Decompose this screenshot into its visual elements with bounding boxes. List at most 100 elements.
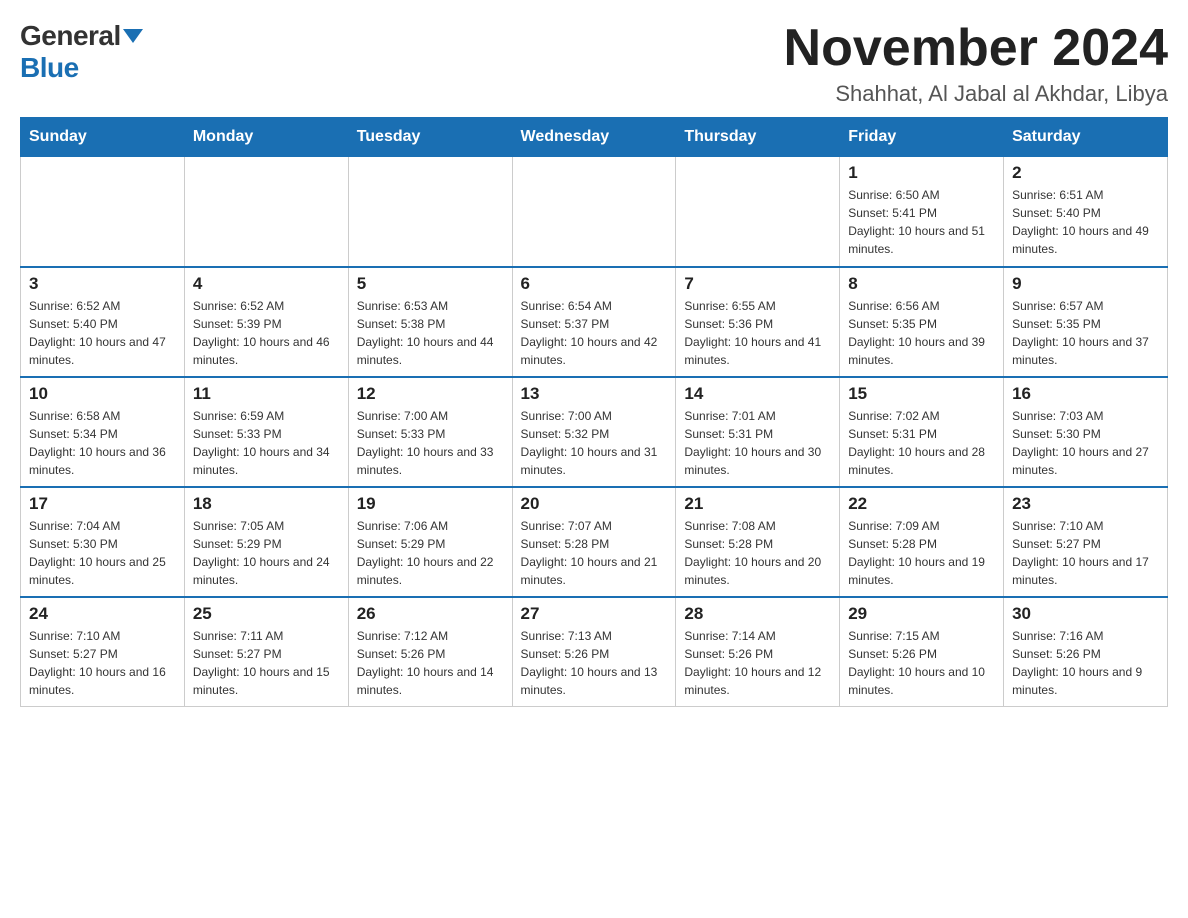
calendar-cell [676,157,840,267]
day-number: 9 [1012,274,1159,294]
calendar-week-1: 1 Sunrise: 6:50 AMSunset: 5:41 PMDaylight… [21,157,1168,267]
day-info: Sunrise: 6:59 AMSunset: 5:33 PMDaylight:… [193,407,340,479]
day-info: Sunrise: 7:10 AMSunset: 5:27 PMDaylight:… [29,627,176,699]
day-number: 2 [1012,163,1159,183]
day-number: 21 [684,494,831,514]
day-info: Sunrise: 6:56 AMSunset: 5:35 PMDaylight:… [848,297,995,369]
calendar-cell: 1 Sunrise: 6:50 AMSunset: 5:41 PMDaylight… [840,157,1004,267]
day-number: 27 [521,604,668,624]
day-info: Sunrise: 7:09 AMSunset: 5:28 PMDaylight:… [848,517,995,589]
calendar-header-row: SundayMondayTuesdayWednesdayThursdayFrid… [21,118,1168,157]
calendar-cell: 11Sunrise: 6:59 AMSunset: 5:33 PMDayligh… [184,377,348,487]
calendar-cell: 10 Sunrise: 6:58 AMSunset: 5:34 PMDayligh… [21,377,185,487]
day-number: 6 [521,274,668,294]
day-number: 23 [1012,494,1159,514]
day-info: Sunrise: 7:08 AMSunset: 5:28 PMDaylight:… [684,517,831,589]
day-info: Sunrise: 6:57 AMSunset: 5:35 PMDaylight:… [1012,297,1159,369]
day-number: 4 [193,274,340,294]
day-number: 16 [1012,384,1159,404]
calendar-cell [184,157,348,267]
calendar-cell: 3 Sunrise: 6:52 AMSunset: 5:40 PMDaylight… [21,267,185,377]
logo-general-text: General [20,20,121,52]
day-number: 20 [521,494,668,514]
calendar-cell [512,157,676,267]
calendar-cell: 9 Sunrise: 6:57 AMSunset: 5:35 PMDaylight… [1004,267,1168,377]
calendar-cell: 12 Sunrise: 7:00 AMSunset: 5:33 PMDayligh… [348,377,512,487]
calendar-cell: 15 Sunrise: 7:02 AMSunset: 5:31 PMDayligh… [840,377,1004,487]
day-number: 30 [1012,604,1159,624]
calendar-week-2: 3 Sunrise: 6:52 AMSunset: 5:40 PMDaylight… [21,267,1168,377]
day-info: Sunrise: 7:00 AMSunset: 5:33 PMDaylight:… [357,407,504,479]
day-number: 8 [848,274,995,294]
day-info: Sunrise: 6:51 AMSunset: 5:40 PMDaylight:… [1012,186,1159,258]
calendar-cell: 19Sunrise: 7:06 AMSunset: 5:29 PMDayligh… [348,487,512,597]
day-info: Sunrise: 7:10 AMSunset: 5:27 PMDaylight:… [1012,517,1159,589]
calendar-cell: 27Sunrise: 7:13 AMSunset: 5:26 PMDayligh… [512,597,676,707]
calendar-cell: 20Sunrise: 7:07 AMSunset: 5:28 PMDayligh… [512,487,676,597]
calendar-cell: 21 Sunrise: 7:08 AMSunset: 5:28 PMDayligh… [676,487,840,597]
day-info: Sunrise: 7:02 AMSunset: 5:31 PMDaylight:… [848,407,995,479]
calendar-header-wednesday: Wednesday [512,118,676,157]
logo-triangle-icon [123,29,143,43]
calendar-cell: 5 Sunrise: 6:53 AMSunset: 5:38 PMDaylight… [348,267,512,377]
day-info: Sunrise: 7:01 AMSunset: 5:31 PMDaylight:… [684,407,831,479]
day-info: Sunrise: 7:00 AMSunset: 5:32 PMDaylight:… [521,407,668,479]
day-number: 26 [357,604,504,624]
day-number: 1 [848,163,995,183]
day-number: 7 [684,274,831,294]
day-number: 10 [29,384,176,404]
calendar-cell: 30 Sunrise: 7:16 AMSunset: 5:26 PMDayligh… [1004,597,1168,707]
calendar-header-sunday: Sunday [21,118,185,157]
logo: General Blue [20,20,143,84]
calendar-cell: 6Sunrise: 6:54 AMSunset: 5:37 PMDaylight… [512,267,676,377]
day-number: 29 [848,604,995,624]
logo-blue-text: Blue [20,52,79,84]
calendar-header-tuesday: Tuesday [348,118,512,157]
day-number: 5 [357,274,504,294]
calendar-cell: 26 Sunrise: 7:12 AMSunset: 5:26 PMDayligh… [348,597,512,707]
calendar-week-4: 17 Sunrise: 7:04 AMSunset: 5:30 PMDayligh… [21,487,1168,597]
day-info: Sunrise: 7:05 AMSunset: 5:29 PMDaylight:… [193,517,340,589]
calendar-header-friday: Friday [840,118,1004,157]
day-number: 14 [684,384,831,404]
calendar-cell: 23 Sunrise: 7:10 AMSunset: 5:27 PMDayligh… [1004,487,1168,597]
day-number: 17 [29,494,176,514]
calendar-cell: 22 Sunrise: 7:09 AMSunset: 5:28 PMDayligh… [840,487,1004,597]
day-number: 13 [521,384,668,404]
day-number: 24 [29,604,176,624]
day-info: Sunrise: 7:14 AMSunset: 5:26 PMDaylight:… [684,627,831,699]
location-title: Shahhat, Al Jabal al Akhdar, Libya [784,81,1168,107]
day-info: Sunrise: 7:16 AMSunset: 5:26 PMDaylight:… [1012,627,1159,699]
calendar-cell [348,157,512,267]
calendar-cell [21,157,185,267]
calendar-cell: 28 Sunrise: 7:14 AMSunset: 5:26 PMDayligh… [676,597,840,707]
day-number: 25 [193,604,340,624]
day-info: Sunrise: 7:15 AMSunset: 5:26 PMDaylight:… [848,627,995,699]
day-number: 15 [848,384,995,404]
day-info: Sunrise: 6:52 AMSunset: 5:39 PMDaylight:… [193,297,340,369]
day-info: Sunrise: 6:52 AMSunset: 5:40 PMDaylight:… [29,297,176,369]
calendar-cell: 29 Sunrise: 7:15 AMSunset: 5:26 PMDayligh… [840,597,1004,707]
day-info: Sunrise: 6:58 AMSunset: 5:34 PMDaylight:… [29,407,176,479]
calendar-cell: 4 Sunrise: 6:52 AMSunset: 5:39 PMDaylight… [184,267,348,377]
title-block: November 2024 Shahhat, Al Jabal al Akhda… [784,20,1168,107]
month-title: November 2024 [784,20,1168,77]
day-number: 19 [357,494,504,514]
calendar-week-3: 10 Sunrise: 6:58 AMSunset: 5:34 PMDayligh… [21,377,1168,487]
calendar-header-monday: Monday [184,118,348,157]
day-info: Sunrise: 6:50 AMSunset: 5:41 PMDaylight:… [848,186,995,258]
calendar-header-saturday: Saturday [1004,118,1168,157]
calendar-table: SundayMondayTuesdayWednesdayThursdayFrid… [20,117,1168,707]
calendar-cell: 25 Sunrise: 7:11 AMSunset: 5:27 PMDayligh… [184,597,348,707]
day-number: 28 [684,604,831,624]
day-info: Sunrise: 7:03 AMSunset: 5:30 PMDaylight:… [1012,407,1159,479]
calendar-cell: 18Sunrise: 7:05 AMSunset: 5:29 PMDayligh… [184,487,348,597]
day-info: Sunrise: 7:12 AMSunset: 5:26 PMDaylight:… [357,627,504,699]
calendar-cell: 8 Sunrise: 6:56 AMSunset: 5:35 PMDaylight… [840,267,1004,377]
day-info: Sunrise: 7:11 AMSunset: 5:27 PMDaylight:… [193,627,340,699]
day-number: 22 [848,494,995,514]
day-number: 3 [29,274,176,294]
day-info: Sunrise: 6:53 AMSunset: 5:38 PMDaylight:… [357,297,504,369]
day-number: 12 [357,384,504,404]
day-info: Sunrise: 7:04 AMSunset: 5:30 PMDaylight:… [29,517,176,589]
